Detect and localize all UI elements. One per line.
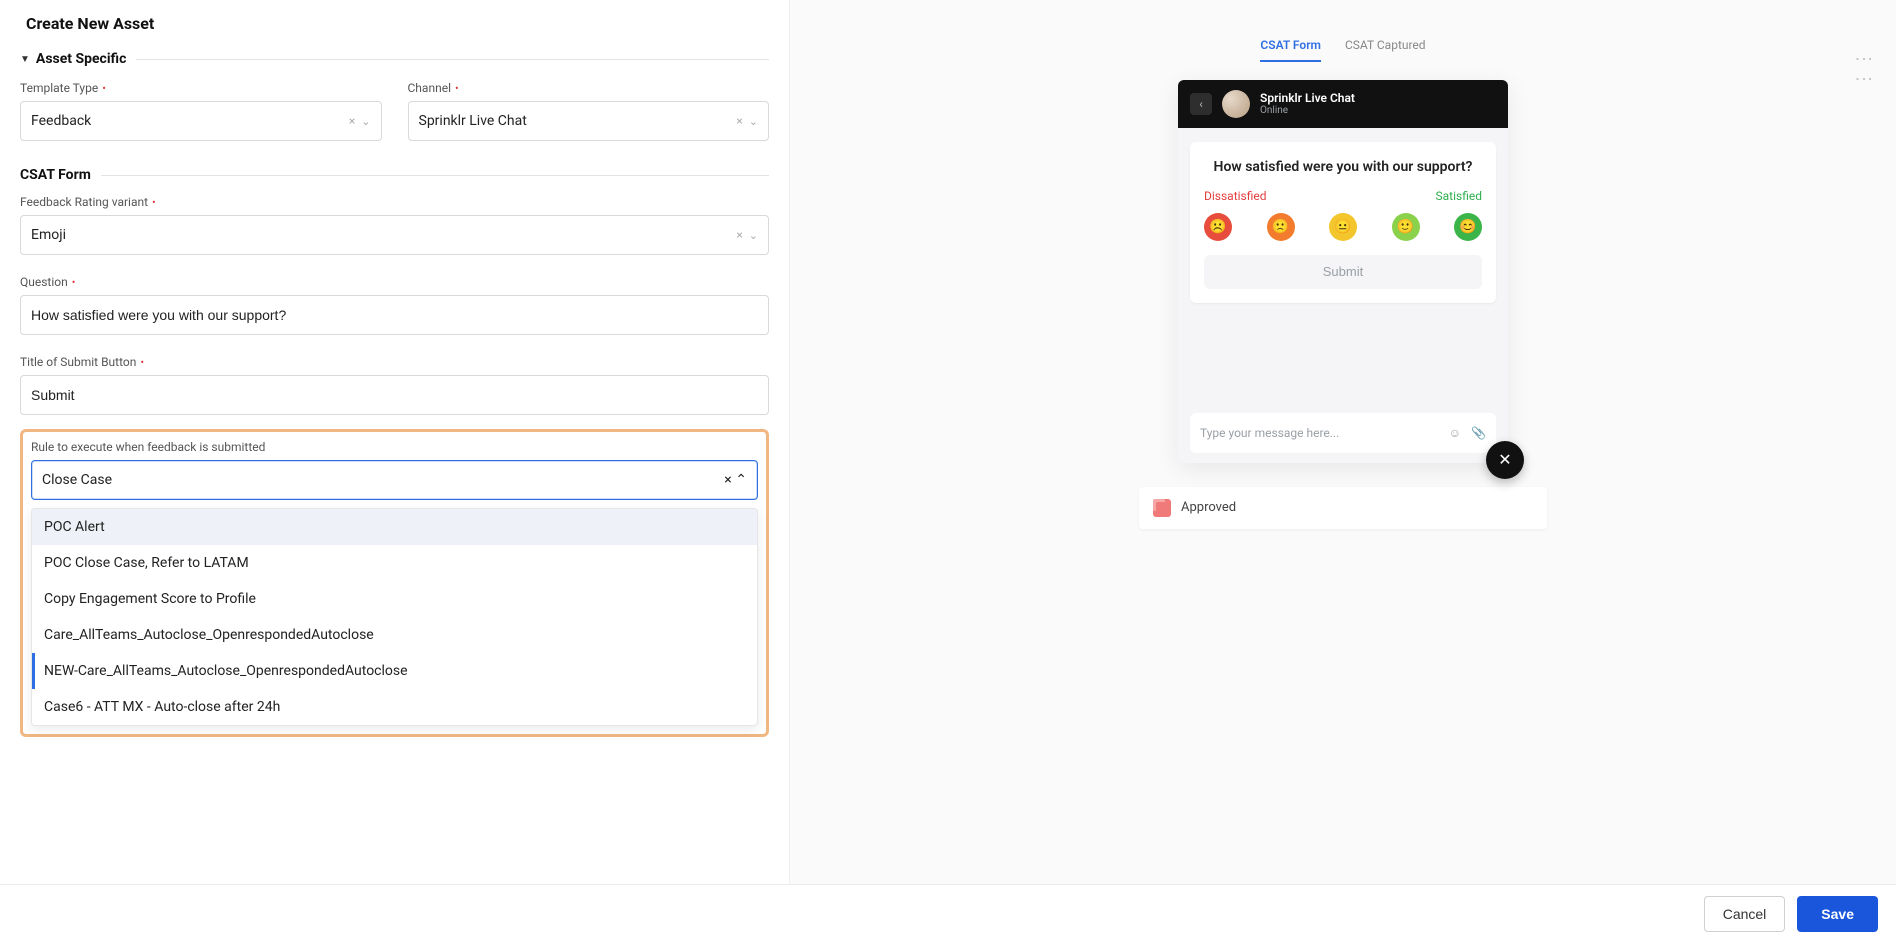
label-question: Question [20,275,68,289]
submit-title-input[interactable] [20,375,769,415]
approved-row: Approved [1139,487,1547,529]
field-question: Question • [20,275,769,335]
emoji-1-icon[interactable]: ☹️ [1204,213,1232,241]
field-rating-variant: Feedback Rating variant • Emoji × ⌄ [20,195,769,255]
clear-icon[interactable]: × [349,114,355,128]
channel-select[interactable]: Sprinklr Live Chat × ⌄ [408,101,770,141]
csat-card: How satisfied were you with our support?… [1190,142,1496,303]
clear-icon[interactable]: × [736,114,742,128]
tab-csat-captured[interactable]: CSAT Captured [1345,38,1426,62]
channel-value: Sprinklr Live Chat [419,113,737,129]
preview-submit-button[interactable]: Submit [1204,255,1482,289]
rule-option[interactable]: Copy Engagement Score to Profile [32,581,757,617]
rule-option[interactable]: POC Alert [32,509,757,545]
rating-variant-select[interactable]: Emoji × ⌄ [20,215,769,255]
tab-csat-form[interactable]: CSAT Form [1260,38,1321,62]
emoji-row: ☹️ 🙁 😐 🙂 😊 [1204,213,1482,241]
chevron-down-icon[interactable]: ⌄ [749,115,758,128]
label-template-type: Template Type [20,81,98,95]
rule-option[interactable]: Case6 - ATT MX - Auto-close after 24h [32,689,757,725]
approved-icon [1153,499,1171,517]
rule-highlight-box: Rule to execute when feedback is submitt… [20,429,769,737]
footer: Cancel Save [0,884,1896,942]
chat-preview: ‹ Sprinklr Live Chat Online How satisfie… [1178,80,1508,463]
chevron-up-icon[interactable]: ⌃ [735,472,747,488]
chevron-down-icon[interactable]: ⌄ [749,229,758,242]
chat-input-placeholder: Type your message here... [1200,426,1339,440]
section-title: Asset Specific [36,51,126,67]
csat-question: How satisfied were you with our support? [1204,158,1482,177]
template-type-value: Feedback [31,113,349,129]
label-rating-variant: Feedback Rating variant [20,195,148,209]
rule-option[interactable]: NEW-Care_AllTeams_Autoclose_Openresponde… [32,653,757,689]
page-title: Create New Asset [20,14,769,33]
field-channel: Channel • Sprinklr Live Chat × ⌄ [408,81,770,141]
close-icon[interactable]: ✕ [1486,441,1524,479]
back-icon[interactable]: ‹ [1190,93,1212,115]
attachment-icon[interactable]: 📎 [1471,426,1486,440]
section-asset-specific: ▼ Asset Specific [20,51,769,67]
clear-icon[interactable]: × [736,228,742,242]
rule-dropdown[interactable]: POC AlertPOC Close Case, Refer to LATAMC… [31,508,758,726]
field-submit-title: Title of Submit Button • [20,355,769,415]
emoji-4-icon[interactable]: 🙂 [1392,213,1420,241]
avatar [1222,90,1250,118]
rule-option[interactable]: POC Close Case, Refer to LATAM [32,545,757,581]
emoji-2-icon[interactable]: 🙁 [1267,213,1295,241]
drag-handle-icon[interactable]: ⋮⋮ [1853,50,1874,90]
chat-status: Online [1260,105,1355,116]
label-satisfied: Satisfied [1436,189,1482,203]
required-icon: • [72,277,76,288]
form-panel: Create New Asset ▼ Asset Specific Templa… [0,0,790,942]
collapse-caret-icon[interactable]: ▼ [20,54,30,65]
divider [136,59,769,60]
rule-select[interactable]: Close Case × ⌃ [31,460,758,500]
chat-title: Sprinklr Live Chat [1260,92,1355,105]
preview-panel: ⋮⋮ CSAT Form CSAT Captured ‹ Sprinklr Li… [790,0,1896,942]
label-dissatisfied: Dissatisfied [1204,189,1267,203]
chevron-down-icon[interactable]: ⌄ [361,115,370,128]
divider [101,175,769,176]
label-submit-title: Title of Submit Button [20,355,136,369]
emoji-5-icon[interactable]: 😊 [1454,213,1482,241]
chat-header: ‹ Sprinklr Live Chat Online [1178,80,1508,128]
required-icon: • [455,83,459,94]
emoji-3-icon[interactable]: 😐 [1329,213,1357,241]
csat-form-title: CSAT Form [20,167,91,183]
required-icon: • [152,197,156,208]
question-input[interactable] [20,295,769,335]
save-button[interactable]: Save [1797,896,1878,932]
emoji-picker-icon[interactable]: ☺ [1449,426,1461,440]
required-icon: • [140,357,144,368]
cancel-button[interactable]: Cancel [1704,896,1786,932]
label-channel: Channel [408,81,451,95]
rule-option[interactable]: Care_AllTeams_Autoclose_OpenrespondedAut… [32,617,757,653]
preview-tabs: CSAT Form CSAT Captured [790,38,1896,62]
chat-input[interactable]: Type your message here... ☺ 📎 [1190,413,1496,453]
label-rule: Rule to execute when feedback is submitt… [31,440,265,454]
section-csat-form: CSAT Form [20,167,769,183]
rule-value: Close Case [42,472,112,488]
required-icon: • [102,83,106,94]
clear-icon[interactable]: × [724,472,731,488]
field-template-type: Template Type • Feedback × ⌄ [20,81,382,141]
approved-label: Approved [1181,500,1236,515]
template-type-select[interactable]: Feedback × ⌄ [20,101,382,141]
rating-variant-value: Emoji [31,227,736,243]
